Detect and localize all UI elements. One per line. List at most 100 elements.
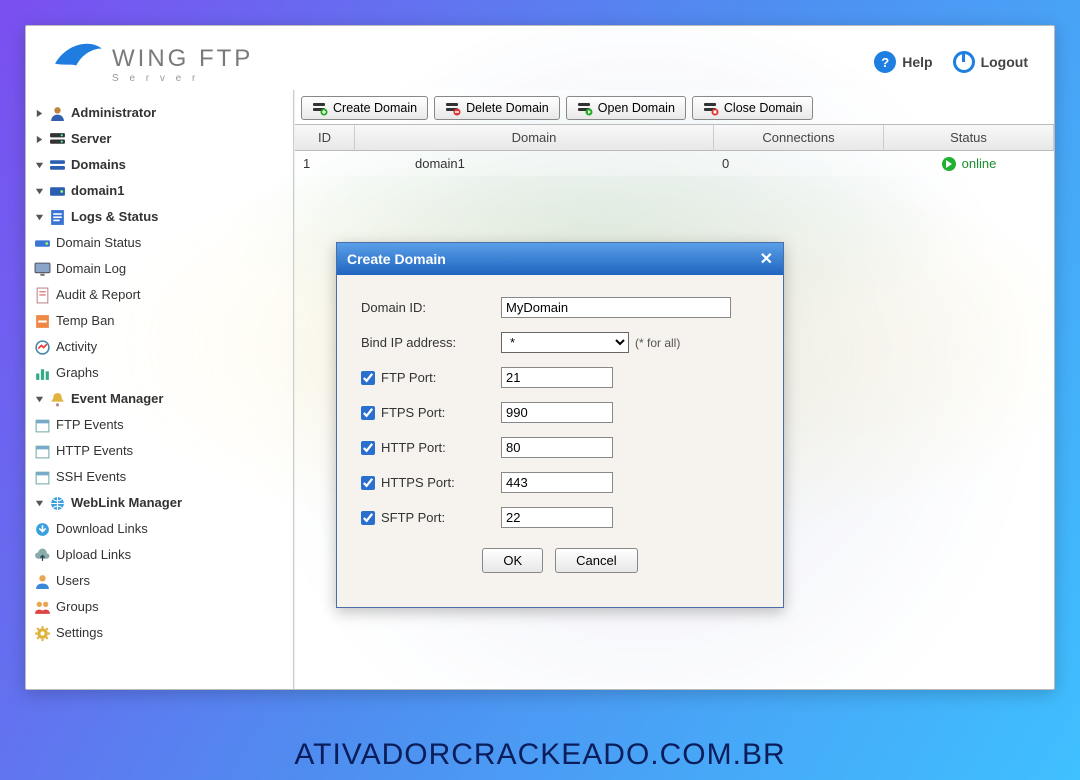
tree-domain-log[interactable]: Domain Log [34,259,289,279]
cancel-button[interactable]: Cancel [555,548,637,573]
column-header-domain[interactable]: Domain [355,125,714,151]
logout-icon [953,51,975,73]
stack-minus-icon [445,100,461,116]
calendar-icon [34,443,51,460]
logo: WING FTP S e r v e r [52,40,253,84]
tree-label: Logs & Status [71,207,158,227]
chevron-down-icon [34,160,44,170]
sftp-port-checkbox[interactable] [361,511,375,525]
tree-settings[interactable]: Settings [34,623,289,643]
user-icon [49,105,66,122]
tree-weblink-manager[interactable]: WebLink Manager [34,493,289,513]
domain-id-input[interactable] [501,297,731,318]
chevron-down-icon [34,186,44,196]
create-domain-button[interactable]: Create Domain [301,96,428,120]
bind-ip-select[interactable]: * [501,332,629,353]
tree-label: Temp Ban [56,311,115,331]
bell-icon [49,391,66,408]
button-label: Delete Domain [466,101,549,115]
sftp-port-input[interactable] [501,507,613,528]
tree-download-links[interactable]: Download Links [34,519,289,539]
button-label: Open Domain [598,101,675,115]
tree-server[interactable]: Server [34,129,289,149]
tree-label: SSH Events [56,467,126,487]
help-label: Help [902,54,932,70]
domain-icon [49,183,66,200]
tree-label: Download Links [56,519,148,539]
domains-icon [49,157,66,174]
ftp-port-input[interactable] [501,367,613,388]
tree-label: Groups [56,597,99,617]
tree-label: Domains [71,155,126,175]
table-row[interactable]: 1 domain1 0 online [295,151,1054,176]
close-icon[interactable]: ✕ [760,249,773,269]
wing-logo-icon [52,40,104,77]
sidebar: Administrator Server Domains domain1 Log… [26,90,294,689]
gear-icon [34,625,51,642]
chart-icon [34,365,51,382]
document-icon [34,287,51,304]
cloud-upload-icon [34,547,51,564]
column-header-connections[interactable]: Connections [714,125,884,151]
https-port-checkbox[interactable] [361,476,375,490]
tree-ftp-events[interactable]: FTP Events [34,415,289,435]
tree-event-manager[interactable]: Event Manager [34,389,289,409]
tree-label: FTP Events [56,415,124,435]
ok-button[interactable]: OK [482,548,543,573]
tree-logs-status[interactable]: Logs & Status [34,207,289,227]
tree-domain-status[interactable]: Domain Status [34,233,289,253]
tree-label: Settings [56,623,103,643]
ftps-port-checkbox[interactable] [361,406,375,420]
dialog-titlebar[interactable]: Create Domain ✕ [337,243,783,275]
tree-http-events[interactable]: HTTP Events [34,441,289,461]
http-port-checkbox[interactable] [361,441,375,455]
ftp-port-checkbox[interactable] [361,371,375,385]
tree-label: Upload Links [56,545,131,565]
globe-icon [49,495,66,512]
tree-label: WebLink Manager [71,493,182,513]
tree-label: Graphs [56,363,99,383]
ftps-port-input[interactable] [501,402,613,423]
logout-link[interactable]: Logout [953,51,1028,73]
tree-label: Activity [56,337,97,357]
https-port-input[interactable] [501,472,613,493]
brand-name: WING FTP [112,45,253,73]
tree-domain1[interactable]: domain1 [34,181,289,201]
chevron-down-icon [34,212,44,222]
toolbar: Create Domain Delete Domain Open Domain … [295,90,1054,124]
tree-administrator[interactable]: Administrator [34,103,289,123]
cell-connections: 0 [714,151,884,176]
delete-domain-button[interactable]: Delete Domain [434,96,560,120]
tree-audit-report[interactable]: Audit & Report [34,285,289,305]
stack-stop-icon [703,100,719,116]
group-icon [34,599,51,616]
tree-upload-links[interactable]: Upload Links [34,545,289,565]
open-domain-button[interactable]: Open Domain [566,96,686,120]
header: WING FTP S e r v e r ? Help Logout [26,26,1054,90]
tree-activity[interactable]: Activity [34,337,289,357]
tree-ssh-events[interactable]: SSH Events [34,467,289,487]
tree-groups[interactable]: Groups [34,597,289,617]
tree-label: Audit & Report [56,285,141,305]
column-header-status[interactable]: Status [884,125,1054,151]
status-text: online [962,156,997,171]
tree-users[interactable]: Users [34,571,289,591]
tree-label: HTTP Events [56,441,133,461]
column-header-id[interactable]: ID [295,125,355,151]
http-port-label: HTTP Port: [381,440,446,455]
status-icon [34,235,51,252]
chevron-right-icon [34,108,44,118]
tree-label: Domain Status [56,233,141,253]
tree-domains[interactable]: Domains [34,155,289,175]
tree-temp-ban[interactable]: Temp Ban [34,311,289,331]
tree-graphs[interactable]: Graphs [34,363,289,383]
help-link[interactable]: ? Help [874,51,932,73]
ftp-port-label: FTP Port: [381,370,436,385]
monitor-icon [34,261,51,278]
http-port-input[interactable] [501,437,613,458]
close-domain-button[interactable]: Close Domain [692,96,814,120]
tree-label: Administrator [71,103,156,123]
cell-domain: domain1 [355,151,714,176]
calendar-icon [34,469,51,486]
bind-ip-hint: (* for all) [635,336,680,350]
